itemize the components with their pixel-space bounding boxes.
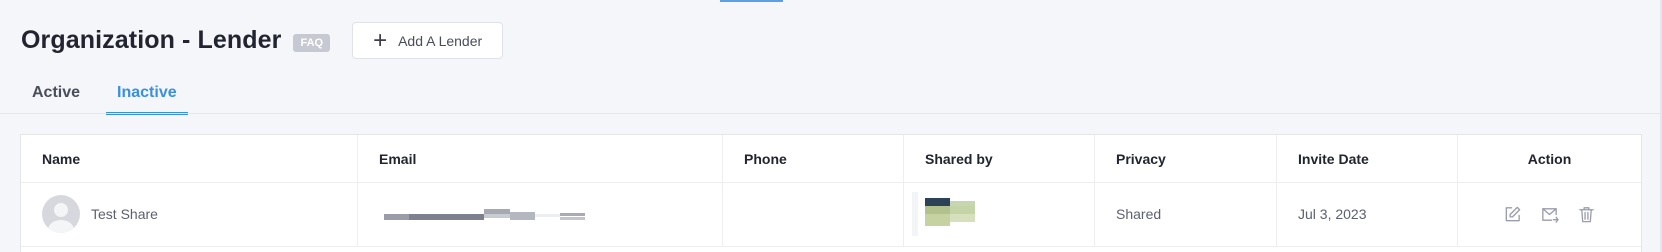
email-cell <box>358 182 723 246</box>
page-title: Organization - Lender <box>21 26 282 54</box>
plus-icon: + <box>373 26 388 54</box>
phone-cell <box>723 182 904 246</box>
avatar <box>42 195 80 233</box>
mail-icon[interactable] <box>1540 205 1559 224</box>
tab-active[interactable]: Active <box>21 78 91 115</box>
redacted-shared-by <box>912 192 985 236</box>
faq-badge[interactable]: FAQ <box>293 33 331 52</box>
add-lender-label: Add A Lender <box>398 32 483 49</box>
action-cell <box>1458 182 1641 246</box>
column-header-action: Action <box>1527 150 1572 167</box>
trash-icon[interactable] <box>1577 205 1596 224</box>
tab-inactive[interactable]: Inactive <box>106 78 188 115</box>
column-header-invite-date[interactable]: Invite Date <box>1277 135 1458 182</box>
table-row: Test Share Shared Jul 3, 2023 <box>21 182 1641 247</box>
column-header-name[interactable]: Name <box>21 135 358 182</box>
lender-name[interactable]: Test Share <box>91 206 158 222</box>
column-header-shared-by[interactable]: Shared by <box>904 135 1095 182</box>
top-accent-bar <box>720 0 783 2</box>
table-header-row: Name Email Phone Shared by Privacy Invit… <box>21 135 1641 183</box>
edit-icon[interactable] <box>1503 205 1522 224</box>
name-cell: Test Share <box>21 182 358 246</box>
privacy-cell: Shared <box>1095 182 1277 246</box>
column-header-phone[interactable]: Phone <box>723 135 904 182</box>
column-header-privacy[interactable]: Privacy <box>1095 135 1277 182</box>
shared-by-cell <box>904 182 1095 246</box>
page-header: Organization - Lender FAQ + Add A Lender <box>21 22 504 59</box>
invite-date-cell: Jul 3, 2023 <box>1277 182 1458 246</box>
status-tabs: Active Inactive <box>21 78 203 115</box>
column-header-email[interactable]: Email <box>358 135 723 182</box>
row-actions <box>1503 205 1596 224</box>
redacted-email <box>379 204 609 224</box>
page: Organization - Lender FAQ + Add A Lender… <box>0 0 1662 252</box>
lenders-table: Name Email Phone Shared by Privacy Invit… <box>20 134 1642 252</box>
tabs-divider <box>0 113 1660 114</box>
add-lender-button[interactable]: + Add A Lender <box>352 22 504 59</box>
